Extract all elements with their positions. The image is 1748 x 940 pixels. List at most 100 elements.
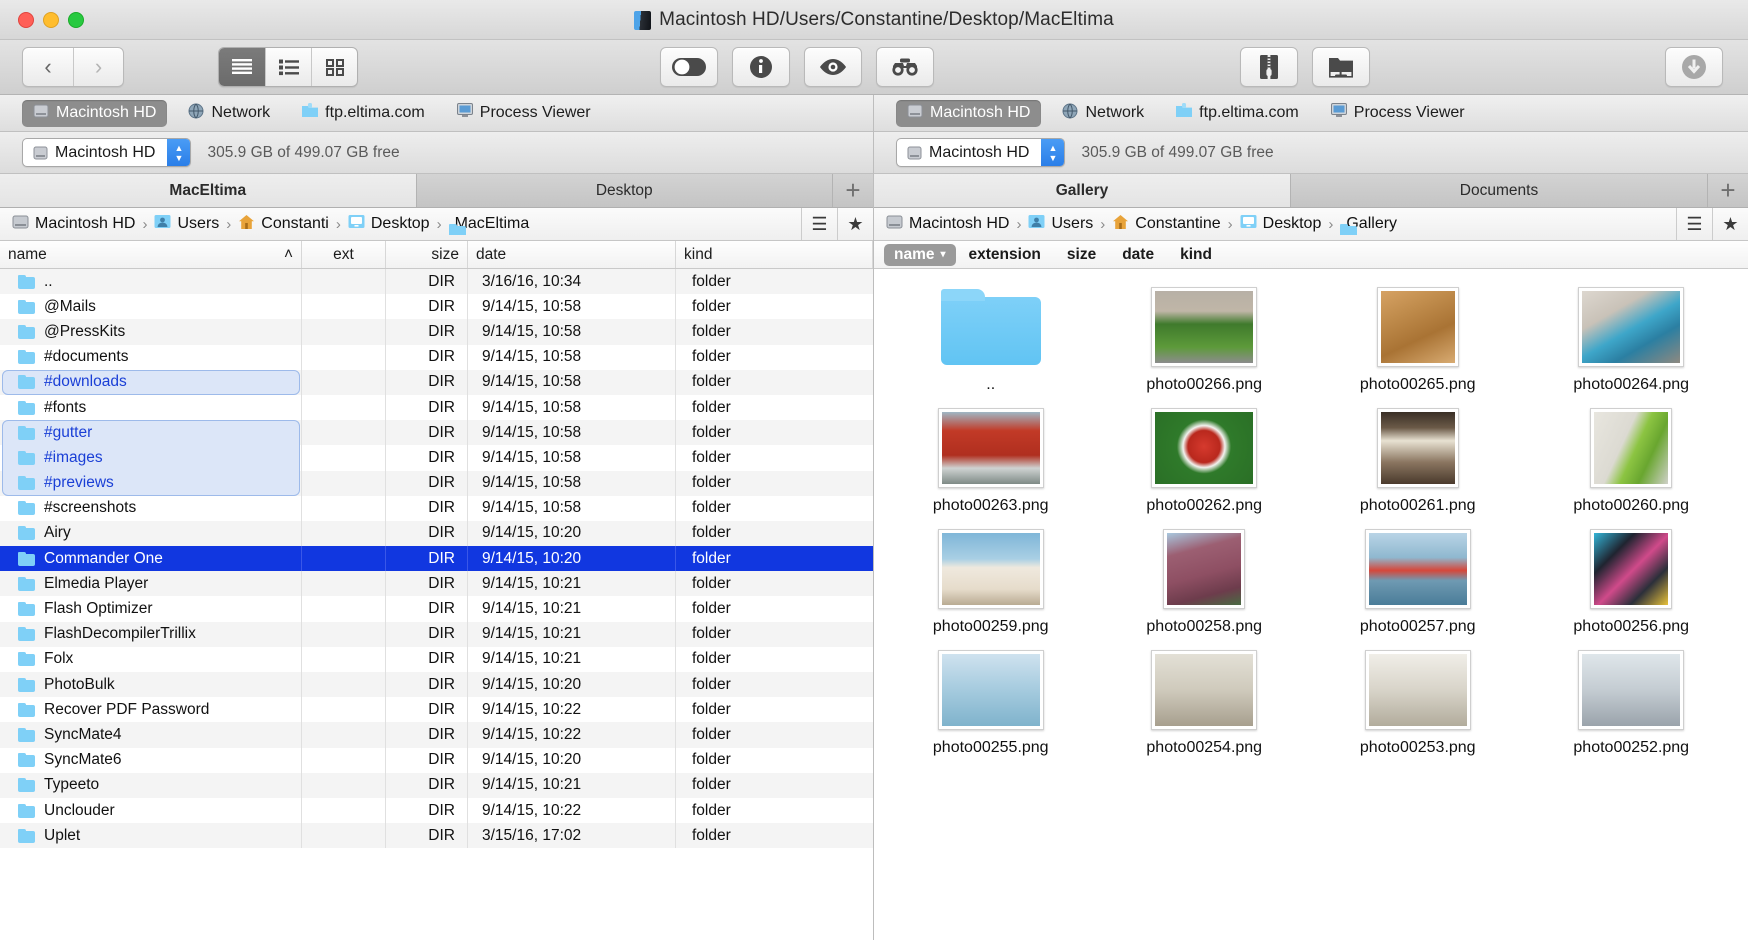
grid-item[interactable]: photo00260.png <box>1525 408 1739 515</box>
folder-tab-maceltima[interactable]: MacEltima <box>0 174 417 207</box>
cell-size: DIR <box>386 596 468 621</box>
left-drive-selector[interactable]: Macintosh HD ▲▼ <box>22 138 191 167</box>
grid-item[interactable]: .. <box>884 287 1098 394</box>
place-tab-network[interactable]: Network <box>1051 100 1155 127</box>
breadcrumb-item-constanti[interactable]: Constanti <box>238 214 329 235</box>
search-button[interactable] <box>876 47 934 87</box>
toggle-dual-pane-button[interactable] <box>660 47 718 87</box>
column-header-ext[interactable]: ext <box>302 241 386 268</box>
breadcrumb-item-users[interactable]: Users <box>154 214 219 234</box>
folder-tab-desktop[interactable]: Desktop <box>417 174 834 207</box>
grid-item[interactable]: photo00258.png <box>1098 529 1312 636</box>
favorite-star-icon[interactable]: ★ <box>1712 208 1748 240</box>
breadcrumb-item-desktop[interactable]: Desktop <box>1240 214 1322 234</box>
table-row[interactable]: #imagesDIR9/14/15, 10:58folder <box>0 445 873 470</box>
table-row[interactable]: #screenshotsDIR9/14/15, 10:58folder <box>0 496 873 521</box>
table-row[interactable]: Recover PDF PasswordDIR9/14/15, 10:22fol… <box>0 697 873 722</box>
table-row[interactable]: #downloadsDIR9/14/15, 10:58folder <box>0 370 873 395</box>
favorite-star-icon[interactable]: ★ <box>837 208 873 240</box>
info-button[interactable] <box>732 47 790 87</box>
sort-header-name[interactable]: name▾ <box>884 244 956 266</box>
column-header-date[interactable]: date <box>468 241 676 268</box>
column-header-name[interactable]: name ˄ <box>0 241 302 268</box>
place-tab-macintosh-hd[interactable]: Macintosh HD <box>896 100 1041 127</box>
add-tab-button[interactable]: + <box>833 174 873 207</box>
table-row[interactable]: AiryDIR9/14/15, 10:20folder <box>0 521 873 546</box>
table-row[interactable]: #gutterDIR9/14/15, 10:58folder <box>0 420 873 445</box>
grid-item[interactable]: photo00256.png <box>1525 529 1739 636</box>
sort-header-extension[interactable]: extension <box>956 246 1054 264</box>
table-row[interactable]: #previewsDIR9/14/15, 10:58folder <box>0 471 873 496</box>
grid-item[interactable]: photo00255.png <box>884 650 1098 757</box>
place-tab-label: ftp.eltima.com <box>1199 104 1299 122</box>
place-tab-macintosh-hd[interactable]: Macintosh HD <box>22 100 167 127</box>
left-file-list[interactable]: ..DIR3/16/16, 10:34folder@MailsDIR9/14/1… <box>0 269 873 939</box>
table-row[interactable]: ..DIR3/16/16, 10:34folder <box>0 269 873 294</box>
breadcrumb-item-desktop[interactable]: Desktop <box>348 214 430 234</box>
table-row[interactable]: PhotoBulkDIR9/14/15, 10:20folder <box>0 672 873 697</box>
grid-item[interactable]: photo00264.png <box>1525 287 1739 394</box>
table-row[interactable]: TypeetoDIR9/14/15, 10:21folder <box>0 773 873 798</box>
grid-item[interactable]: photo00254.png <box>1098 650 1312 757</box>
table-row[interactable]: #documentsDIR9/14/15, 10:58folder <box>0 345 873 370</box>
breadcrumb-item-macintosh-hd[interactable]: Macintosh HD <box>886 214 1009 235</box>
monitor-icon <box>1331 103 1347 118</box>
table-row[interactable]: FlashDecompilerTrillixDIR9/14/15, 10:21f… <box>0 622 873 647</box>
breadcrumb-item-gallery[interactable]: Gallery <box>1340 215 1397 233</box>
place-tab-process-viewer[interactable]: Process Viewer <box>446 100 602 126</box>
sort-header-date[interactable]: date <box>1109 246 1167 264</box>
breadcrumb-item-users[interactable]: Users <box>1028 214 1093 234</box>
column-header-size[interactable]: size <box>386 241 468 268</box>
folder-tab-documents[interactable]: Documents <box>1291 174 1708 207</box>
sort-header-kind[interactable]: kind <box>1167 246 1225 264</box>
table-row[interactable]: Commander OneDIR9/14/15, 10:20folder <box>0 546 873 571</box>
left-drive-stepper[interactable]: ▲▼ <box>167 139 190 166</box>
table-row[interactable]: @MailsDIR9/14/15, 10:58folder <box>0 294 873 319</box>
sort-header-size[interactable]: size <box>1054 246 1109 264</box>
view-mode-brief-button[interactable] <box>265 48 311 86</box>
place-tab-network[interactable]: Network <box>177 100 281 127</box>
place-tab-ftp-eltima-com[interactable]: ftp.eltima.com <box>1165 100 1310 126</box>
table-row[interactable]: UnclouderDIR9/14/15, 10:22folder <box>0 798 873 823</box>
table-row[interactable]: Flash OptimizerDIR9/14/15, 10:21folder <box>0 596 873 621</box>
view-mode-thumbnail-button[interactable] <box>311 48 357 86</box>
path-menu-icon[interactable]: ☰ <box>801 208 837 240</box>
grid-item[interactable]: photo00253.png <box>1311 650 1525 757</box>
table-row[interactable]: SyncMate4DIR9/14/15, 10:22folder <box>0 722 873 747</box>
table-row[interactable]: UpletDIR3/15/16, 17:02folder <box>0 823 873 848</box>
grid-item[interactable]: photo00252.png <box>1525 650 1739 757</box>
grid-item[interactable]: photo00262.png <box>1098 408 1312 515</box>
right-drive-selector[interactable]: Macintosh HD ▲▼ <box>896 138 1065 167</box>
table-row[interactable]: SyncMate6DIR9/14/15, 10:20folder <box>0 748 873 773</box>
table-row[interactable]: FolxDIR9/14/15, 10:21folder <box>0 647 873 672</box>
column-header-kind[interactable]: kind <box>676 241 873 268</box>
place-tab-process-viewer[interactable]: Process Viewer <box>1320 100 1476 126</box>
breadcrumb-item-constantine[interactable]: Constantine <box>1112 214 1220 235</box>
connect-server-button[interactable] <box>1312 47 1370 87</box>
grid-item[interactable]: photo00261.png <box>1311 408 1525 515</box>
breadcrumb-item-maceltima[interactable]: MacEltima <box>449 215 530 233</box>
grid-item[interactable]: photo00266.png <box>1098 287 1312 394</box>
archive-button[interactable] <box>1240 47 1298 87</box>
quick-look-button[interactable] <box>804 47 862 87</box>
back-button[interactable]: ‹ <box>23 48 73 86</box>
forward-button[interactable]: › <box>73 48 123 86</box>
grid-item[interactable]: photo00263.png <box>884 408 1098 515</box>
path-menu-icon[interactable]: ☰ <box>1676 208 1712 240</box>
grid-item[interactable]: photo00259.png <box>884 529 1098 636</box>
cell-date: 9/14/15, 10:22 <box>468 697 676 722</box>
table-row[interactable]: @PressKitsDIR9/14/15, 10:58folder <box>0 319 873 344</box>
grid-item-label: photo00259.png <box>933 618 1049 636</box>
grid-item[interactable]: photo00257.png <box>1311 529 1525 636</box>
place-tab-ftp-eltima-com[interactable]: ftp.eltima.com <box>291 100 436 126</box>
add-tab-button[interactable]: + <box>1708 174 1748 207</box>
table-row[interactable]: #fontsDIR9/14/15, 10:58folder <box>0 395 873 420</box>
table-row[interactable]: Elmedia PlayerDIR9/14/15, 10:21folder <box>0 571 873 596</box>
right-thumbnail-grid[interactable]: ..photo00266.pngphoto00265.pngphoto00264… <box>874 269 1748 939</box>
downloads-button[interactable] <box>1665 47 1723 87</box>
folder-tab-gallery[interactable]: Gallery <box>874 174 1291 207</box>
breadcrumb-item-macintosh-hd[interactable]: Macintosh HD <box>12 214 135 235</box>
view-mode-full-list-button[interactable] <box>219 48 265 86</box>
grid-item[interactable]: photo00265.png <box>1311 287 1525 394</box>
right-drive-stepper[interactable]: ▲▼ <box>1041 139 1064 166</box>
